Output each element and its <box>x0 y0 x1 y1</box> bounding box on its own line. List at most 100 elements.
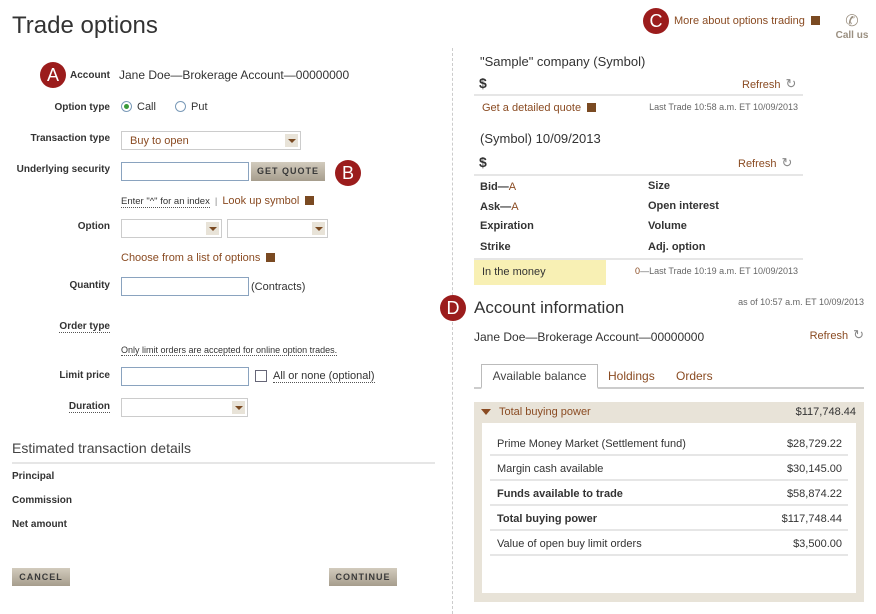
call-us-button[interactable]: ✆ Call us <box>835 13 869 42</box>
company-name: "Sample" company (Symbol) <box>480 54 646 69</box>
balance-row-label: Total buying power <box>497 513 598 525</box>
option-symbol-title: (Symbol) 10/09/2013 <box>480 131 601 146</box>
order-type-label[interactable]: Order type <box>59 321 110 333</box>
ask-value: A <box>511 201 519 213</box>
page-title: Trade options <box>12 12 158 39</box>
bid-label: Bid— <box>480 181 509 193</box>
option-label: Option <box>77 221 110 232</box>
choose-options-link[interactable]: Choose from a list of options <box>121 252 276 264</box>
quantity-input[interactable] <box>121 277 249 296</box>
balance-row: Total buying power $117,748.44 <box>490 506 848 531</box>
annotation-badge-b: B <box>335 160 361 186</box>
divider <box>12 462 435 464</box>
get-quote-button[interactable]: GET QUOTE <box>251 162 325 181</box>
balance-row: Prime Money Market (Settlement fund) $28,… <box>490 431 848 456</box>
transaction-type-select[interactable]: Buy to open <box>121 131 301 150</box>
external-link-icon <box>266 253 276 262</box>
option-month-select[interactable] <box>121 219 222 238</box>
radio-put-label: Put <box>191 101 208 113</box>
external-link-icon <box>587 103 597 112</box>
more-about-options-label: More about options trading <box>674 15 805 27</box>
summary-value: $117,748.44 <box>795 406 856 418</box>
option-price: $ <box>479 154 487 170</box>
index-hint[interactable]: Enter "^" for an index <box>121 196 210 208</box>
detailed-quote-label: Get a detailed quote <box>482 102 582 114</box>
chevron-down-icon <box>285 134 298 147</box>
option-type-label: Option type <box>54 102 110 113</box>
external-link-icon <box>305 196 315 205</box>
tab-orders[interactable]: Orders <box>676 369 713 383</box>
continue-button[interactable]: CONTINUE <box>329 568 397 586</box>
account-as-of: as of 10:57 a.m. ET 10/09/2013 <box>738 297 864 307</box>
balance-row-label: Value of open buy limit orders <box>497 538 642 550</box>
divider <box>474 94 803 96</box>
underlying-security-label: Underlying security <box>16 164 110 175</box>
balance-row: Funds available to trade $58,874.22 <box>490 481 848 506</box>
divider <box>474 174 803 176</box>
balance-row-value: $3,500.00 <box>793 538 842 550</box>
option-last-trade: —Last Trade 10:19 a.m. ET 10/09/2013 <box>640 266 798 276</box>
radio-put[interactable]: Put <box>175 101 208 113</box>
duration-label[interactable]: Duration <box>68 401 110 413</box>
balance-row-label: Prime Money Market (Settlement fund) <box>497 438 686 450</box>
limit-price-label: Limit price <box>59 370 110 381</box>
option-strike-select[interactable] <box>227 219 328 238</box>
balance-row-label: Margin cash available <box>497 463 604 475</box>
look-up-symbol-link[interactable]: Look up symbol <box>222 195 299 207</box>
radio-call[interactable]: Call <box>121 101 156 113</box>
caret-down-icon[interactable] <box>481 409 491 415</box>
transaction-type-label: Transaction type <box>30 133 110 144</box>
account-label: Account <box>70 70 110 81</box>
chevron-down-icon <box>312 222 325 235</box>
more-about-options-link[interactable]: More about options trading <box>674 15 820 27</box>
account-info-name: Jane Doe—Brokerage Account—00000000 <box>474 330 705 344</box>
phone-icon: ✆ <box>845 13 859 30</box>
in-the-money-indicator: In the money <box>474 260 606 285</box>
duration-select[interactable] <box>121 398 248 417</box>
column-divider <box>452 48 453 614</box>
balance-row-value: $28,729.22 <box>786 438 842 450</box>
tab-holdings[interactable]: Holdings <box>608 369 655 383</box>
chevron-down-icon <box>232 401 245 414</box>
principal-label: Principal <box>12 471 55 482</box>
ask-field: Ask—A <box>480 201 519 213</box>
annotation-badge-d: D <box>440 295 466 321</box>
radio-call-label: Call <box>137 101 156 113</box>
external-link-icon <box>810 16 820 25</box>
net-amount-label: Net amount <box>12 519 67 530</box>
detailed-quote-link[interactable]: Get a detailed quote <box>482 102 597 114</box>
bid-field: Bid—A <box>480 181 516 193</box>
underlying-security-input[interactable] <box>121 162 249 181</box>
quote-refresh-button[interactable]: Refresh <box>742 76 796 92</box>
transaction-type-value: Buy to open <box>130 135 189 147</box>
size-label: Size <box>648 180 671 192</box>
summary-label[interactable]: Total buying power <box>499 406 591 418</box>
account-refresh-button[interactable]: Refresh <box>810 327 864 343</box>
tab-available-balance[interactable]: Available balance <box>481 364 598 389</box>
choose-options-label: Choose from a list of options <box>121 252 261 264</box>
balance-row-value: $58,874.22 <box>786 488 842 500</box>
quantity-label: Quantity <box>69 280 110 291</box>
balance-row-value: $30,145.00 <box>786 463 842 475</box>
chevron-down-icon <box>206 222 219 235</box>
ask-label: Ask— <box>480 201 512 213</box>
call-us-label: Call us <box>835 30 869 41</box>
strike-label: Strike <box>480 241 511 253</box>
all-or-none-label[interactable]: All or none (optional) <box>273 370 375 383</box>
adj-option-label: Adj. option <box>648 241 706 253</box>
all-or-none-checkbox[interactable] <box>255 370 267 382</box>
cancel-button[interactable]: CANCEL <box>12 568 70 586</box>
balance-row: Value of open buy limit orders $3,500.00 <box>490 531 848 556</box>
option-refresh-button[interactable]: Refresh <box>738 155 792 171</box>
balance-row: Margin cash available $30,145.00 <box>490 456 848 481</box>
account-value: Jane Doe—Brokerage Account—00000000 <box>119 68 350 82</box>
account-info-title: Account information <box>474 298 625 317</box>
order-type-note[interactable]: Only limit orders are accepted for onlin… <box>121 345 338 356</box>
estimate-title: Estimated transaction details <box>12 440 191 456</box>
limit-price-input[interactable] <box>121 367 249 386</box>
annotation-badge-c: C <box>643 8 669 34</box>
balance-row-label: Funds available to trade <box>497 488 623 500</box>
balance-row-value: $117,748.44 <box>781 513 842 525</box>
bid-value: A <box>508 181 517 193</box>
quote-last-trade: Last Trade 10:58 a.m. ET 10/09/2013 <box>649 102 798 112</box>
